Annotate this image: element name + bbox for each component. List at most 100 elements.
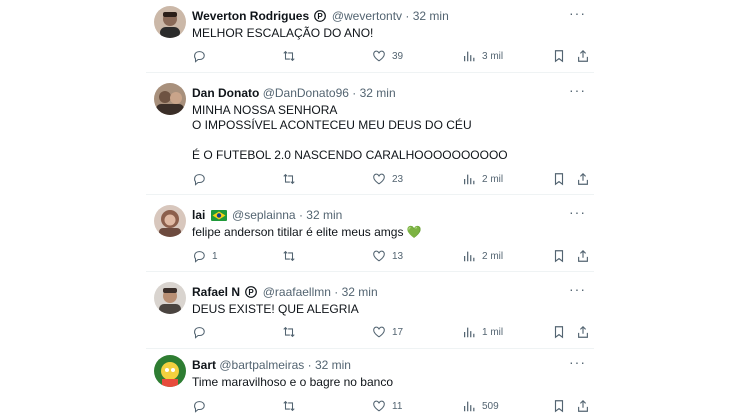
share-button[interactable]: [576, 399, 590, 413]
reply-button[interactable]: [192, 325, 212, 339]
separator-dot: ·: [334, 285, 339, 299]
more-options-icon[interactable]: ···: [569, 204, 586, 220]
reply-button[interactable]: [192, 49, 212, 63]
user-handle[interactable]: @bartpalmeiras: [219, 358, 304, 372]
retweet-button[interactable]: [282, 249, 302, 263]
reply-button[interactable]: [192, 399, 212, 413]
brazil-flag-icon: [210, 210, 227, 224]
tweet[interactable]: Weverton Rodrigues P @wevertontv · 32 mi…: [146, 0, 594, 73]
bookmark-button[interactable]: [552, 49, 566, 63]
bookmark-button[interactable]: [552, 399, 566, 413]
heart-icon: [373, 250, 385, 262]
retweet-icon: [283, 326, 295, 338]
retweet-button[interactable]: [282, 325, 302, 339]
views-count: 2 mil: [482, 173, 504, 185]
tweet-text: felipe anderson titilar é elite meus amg…: [192, 225, 422, 239]
views-chart-icon: [464, 251, 475, 262]
avatar[interactable]: [154, 205, 186, 237]
views-button[interactable]: 1 mil: [462, 325, 503, 339]
heart-icon: [373, 400, 385, 412]
tweet[interactable]: Rafael N P @raafaellmn · 32 min ··· DEUS…: [146, 272, 594, 349]
share-button[interactable]: [576, 49, 590, 63]
like-button[interactable]: 13: [372, 249, 403, 263]
user-name[interactable]: Rafael N: [192, 285, 240, 299]
tweet-feed: Weverton Rodrigues P @wevertontv · 32 mi…: [146, 0, 594, 420]
retweet-button[interactable]: [282, 172, 302, 186]
more-options-icon[interactable]: ···: [569, 82, 586, 98]
user-handle[interactable]: @seplainna: [232, 208, 296, 222]
retweet-button[interactable]: [282, 49, 302, 63]
tweet-actions: 1 13 2 mil: [192, 249, 588, 265]
share-button[interactable]: [576, 325, 590, 339]
avatar[interactable]: [154, 282, 186, 314]
separator-dot: ·: [307, 358, 312, 372]
bookmark-button[interactable]: [552, 325, 566, 339]
retweet-icon: [283, 250, 295, 262]
more-options-icon[interactable]: ···: [569, 354, 586, 370]
like-count: 39: [392, 50, 404, 62]
like-button[interactable]: 17: [372, 325, 403, 339]
reply-button[interactable]: [192, 172, 212, 186]
user-handle[interactable]: @raafaellmn: [263, 285, 331, 299]
user-name[interactable]: Bart: [192, 358, 216, 372]
like-button[interactable]: 39: [372, 49, 403, 63]
like-button[interactable]: 11: [372, 399, 402, 413]
reply-count: 1: [212, 250, 218, 262]
like-count: 23: [392, 173, 404, 185]
reply-icon: [194, 51, 205, 63]
heart-icon: [373, 326, 385, 338]
tweet[interactable]: Dan Donato @DanDonato96 · 32 min ··· MIN…: [146, 73, 594, 195]
more-options-icon[interactable]: ···: [569, 281, 586, 297]
retweet-icon: [283, 400, 295, 412]
tweet-header: Bart @bartpalmeiras · 32 min: [192, 358, 351, 372]
tweet-actions: 39 3 mil: [192, 49, 588, 65]
views-count: 2 mil: [482, 250, 504, 262]
avatar[interactable]: [154, 83, 186, 115]
tweet-actions: 17 1 mil: [192, 325, 588, 341]
reply-icon: [194, 174, 205, 186]
share-icon: [578, 172, 588, 185]
like-button[interactable]: 23: [372, 172, 403, 186]
share-icon: [578, 49, 588, 62]
bookmark-icon: [554, 173, 564, 186]
svg-text:P: P: [318, 12, 324, 21]
timestamp[interactable]: 32 min: [315, 358, 351, 372]
tweet[interactable]: Bart @bartpalmeiras · 32 min ··· Time ma…: [146, 349, 594, 420]
timestamp[interactable]: 32 min: [342, 285, 378, 299]
timestamp[interactable]: 32 min: [306, 208, 342, 222]
more-options-icon[interactable]: ···: [569, 5, 586, 21]
tweet[interactable]: lai @seplainna · 32 min ··· felipe ander…: [146, 195, 594, 272]
user-handle[interactable]: @DanDonato96: [263, 86, 349, 100]
share-icon: [578, 249, 588, 262]
views-count: 1 mil: [482, 326, 504, 338]
timestamp[interactable]: 32 min: [360, 86, 396, 100]
bookmark-button[interactable]: [552, 249, 566, 263]
share-button[interactable]: [576, 249, 590, 263]
user-name[interactable]: Weverton Rodrigues: [192, 9, 309, 23]
bookmark-icon: [554, 400, 564, 413]
user-name[interactable]: lai: [192, 208, 205, 222]
views-chart-icon: [464, 51, 475, 62]
views-button[interactable]: 509: [462, 399, 499, 413]
like-count: 13: [392, 250, 404, 262]
verified-badge-icon: P: [245, 286, 258, 301]
reply-icon: [194, 327, 205, 339]
views-button[interactable]: 3 mil: [462, 49, 503, 63]
views-button[interactable]: 2 mil: [462, 249, 503, 263]
views-button[interactable]: 2 mil: [462, 172, 503, 186]
user-handle[interactable]: @wevertontv: [332, 9, 402, 23]
avatar[interactable]: [154, 355, 186, 387]
reply-button[interactable]: 1: [192, 249, 218, 263]
tweet-actions: 23 2 mil: [192, 172, 588, 188]
share-button[interactable]: [576, 172, 590, 186]
tweet-text: MINHA NOSSA SENHORA O IMPOSSÍVEL ACONTEC…: [192, 103, 508, 162]
share-icon: [578, 399, 588, 412]
bookmark-icon: [554, 326, 564, 339]
tweet-actions: 11 509: [192, 399, 588, 415]
bookmark-button[interactable]: [552, 172, 566, 186]
retweet-button[interactable]: [282, 399, 302, 413]
user-name[interactable]: Dan Donato: [192, 86, 259, 100]
timestamp[interactable]: 32 min: [413, 9, 449, 23]
avatar[interactable]: [154, 6, 186, 38]
views-count: 3 mil: [482, 50, 504, 62]
